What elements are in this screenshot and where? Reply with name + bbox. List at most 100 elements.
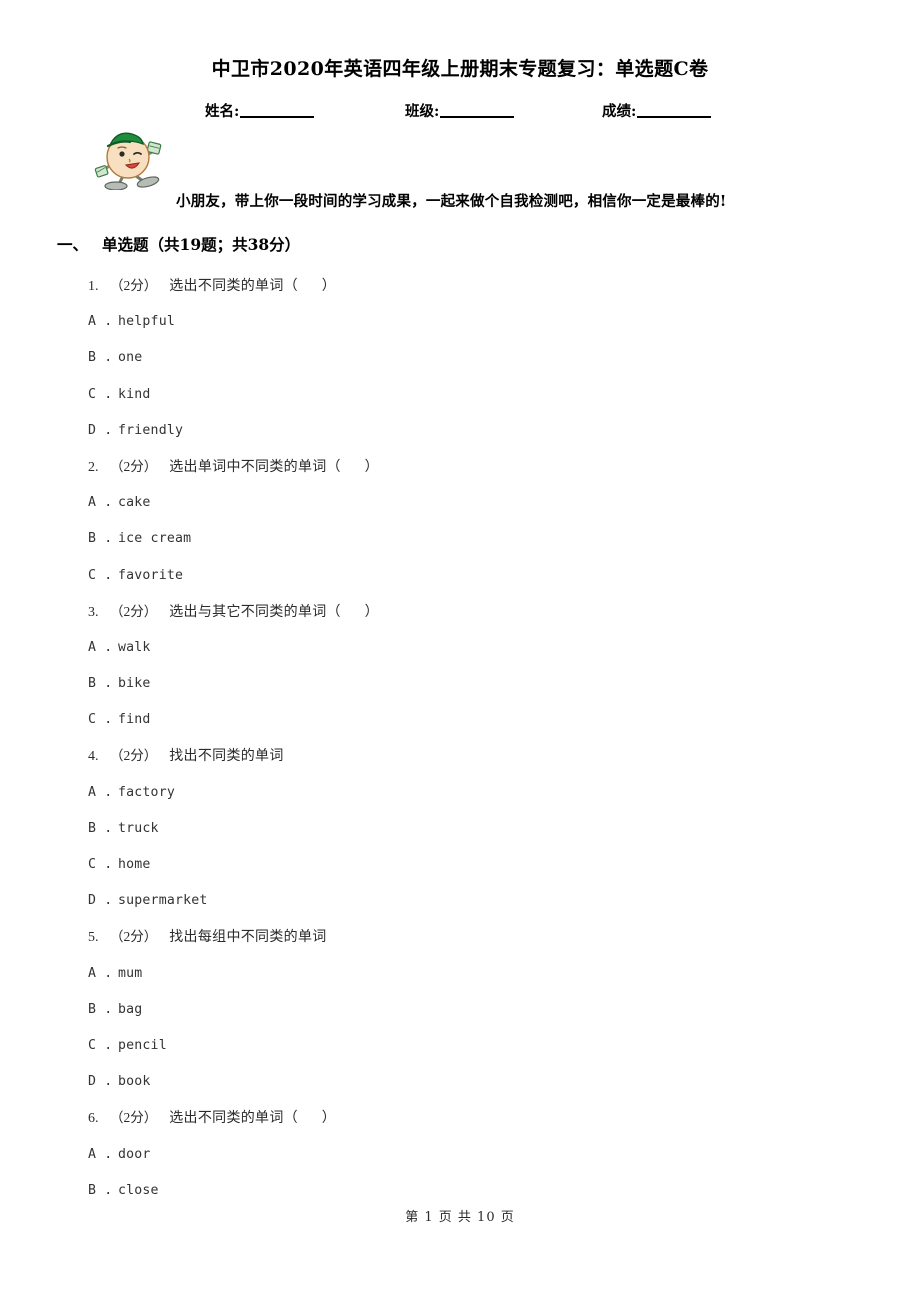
class-blank[interactable] — [440, 116, 515, 118]
name-field: 姓名: — [205, 100, 315, 121]
option-row[interactable]: D . friendly — [88, 413, 878, 449]
option-row[interactable]: D . book — [88, 1064, 878, 1100]
page-footer: 第 1 页 共 10 页 — [405, 1210, 515, 1225]
option-row[interactable]: A . door — [88, 1137, 878, 1173]
option-value: ice cream — [118, 531, 192, 547]
answer-blank-close: ） — [321, 1110, 336, 1127]
option-value: pencil — [118, 1037, 167, 1053]
question-stem: 4. （2分） 找出不同类的单词 — [88, 738, 878, 774]
option-value: book — [118, 1074, 151, 1090]
option-key: A . — [88, 639, 113, 655]
score-field: 成绩: — [602, 100, 712, 121]
option-key: D . — [88, 422, 113, 438]
option-key: A . — [88, 1146, 113, 1162]
section-number: 一、 — [57, 235, 89, 254]
option-row[interactable]: C . favorite — [88, 558, 878, 594]
option-value: one — [118, 350, 143, 366]
answer-blank-close: ） — [364, 458, 379, 475]
option-key: B . — [88, 350, 113, 366]
name-label: 姓名: — [205, 103, 240, 120]
option-row[interactable]: B . ice cream — [88, 521, 878, 557]
option-row[interactable]: C . kind — [88, 377, 878, 413]
option-key: D . — [88, 1074, 113, 1090]
identity-row: 姓名: 班级: 成绩: — [205, 100, 765, 122]
option-value: cake — [118, 495, 151, 511]
question-text: 选出不同类的单词（ — [169, 278, 298, 294]
question-text: 选出不同类的单词（ — [169, 1110, 298, 1127]
score-label: 成绩: — [602, 103, 637, 120]
answer-blank-close: ） — [364, 603, 379, 620]
option-row[interactable]: B . bike — [88, 666, 878, 702]
option-key: B . — [88, 531, 113, 547]
option-value: favorite — [118, 567, 184, 583]
question-text: 选出与其它不同类的单词（ — [169, 603, 341, 620]
option-value: find — [118, 712, 151, 728]
option-key: A . — [88, 784, 113, 800]
question-list: 1. （2分） 选出不同类的单词（ ） A . helpful B . one C . kind… — [88, 268, 878, 1209]
question-stem: 3. （2分） 选出与其它不同类的单词（ ） — [88, 594, 878, 630]
score-blank[interactable] — [637, 116, 712, 118]
question-text: 选出单词中不同类的单词（ — [169, 458, 341, 475]
option-key: B . — [88, 1001, 113, 1017]
option-key: A . — [88, 495, 113, 511]
option-key: B . — [88, 676, 113, 692]
option-row[interactable]: A . factory — [88, 775, 878, 811]
section-meta: （共19题；共38分） — [148, 235, 301, 254]
option-value: home — [118, 857, 151, 872]
question-stem: 1. （2分） 选出不同类的单词（ ） — [88, 268, 878, 304]
option-row[interactable]: C . pencil — [88, 1028, 878, 1064]
answer-blank[interactable] — [298, 1110, 322, 1126]
option-key: C . — [88, 712, 113, 728]
option-value: bike — [118, 676, 151, 692]
option-row[interactable]: A . cake — [88, 485, 878, 521]
answer-blank-close: ） — [321, 278, 336, 294]
option-key: C . — [88, 1037, 113, 1053]
question-stem: 6. （2分） 选出不同类的单词（ ） — [88, 1100, 878, 1136]
option-row[interactable]: A . helpful — [88, 304, 878, 340]
option-key: C . — [88, 386, 113, 402]
question-score: （2分） — [110, 929, 158, 945]
question-text: 找出每组中不同类的单词 — [169, 929, 327, 946]
option-value: close — [118, 1182, 159, 1198]
page-title: 中卫市2020年英语四年级上册期末专题复习：单选题C卷 — [211, 58, 709, 80]
option-key: D . — [88, 893, 113, 909]
option-row[interactable]: A . walk — [88, 630, 878, 666]
option-row[interactable]: B . bag — [88, 992, 878, 1028]
option-key: A . — [88, 314, 113, 330]
option-key: B . — [88, 820, 113, 836]
question-number: 6. — [88, 1111, 99, 1127]
answer-blank[interactable] — [341, 604, 365, 620]
question-score: （2分） — [110, 458, 158, 474]
option-value: bag — [118, 1001, 143, 1017]
answer-blank[interactable] — [341, 459, 365, 475]
option-row[interactable]: C . find — [88, 702, 878, 738]
option-row[interactable]: A . mum — [88, 956, 878, 992]
name-blank[interactable] — [240, 116, 315, 118]
question-number: 1. — [88, 279, 99, 294]
question-number: 2. — [88, 459, 99, 475]
option-row[interactable]: C . home — [88, 847, 878, 883]
question-score: （2分） — [110, 1110, 158, 1126]
option-value: kind — [118, 386, 151, 402]
option-row[interactable]: B . truck — [88, 811, 878, 847]
question-text: 找出不同类的单词 — [169, 748, 284, 765]
option-row[interactable]: D . supermarket — [88, 883, 878, 919]
class-field: 班级: — [405, 100, 515, 121]
option-row[interactable]: B . one — [88, 340, 878, 376]
option-key: A . — [88, 965, 113, 981]
option-key: C . — [88, 857, 113, 872]
question-stem: 2. （2分） 选出单词中不同类的单词（ ） — [88, 449, 878, 485]
question-number: 4. — [88, 749, 99, 765]
answer-blank[interactable] — [298, 278, 322, 294]
section-title: 单选题 — [102, 235, 149, 254]
option-value: truck — [118, 820, 159, 836]
question-number: 5. — [88, 930, 99, 946]
option-value: friendly — [118, 422, 184, 438]
question-number: 3. — [88, 604, 99, 620]
student-mascot-icon — [86, 128, 170, 191]
question-score: （2分） — [110, 603, 158, 619]
class-label: 班级: — [405, 103, 440, 120]
option-row[interactable]: B . close — [88, 1173, 878, 1209]
section-heading: 一、 单选题（共19题；共38分） — [57, 233, 300, 255]
question-score: （2分） — [110, 278, 158, 293]
